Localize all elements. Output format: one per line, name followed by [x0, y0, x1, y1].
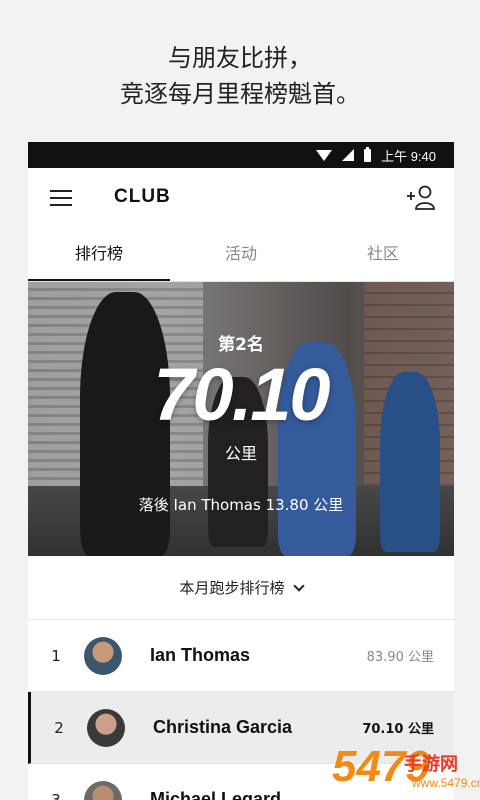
status-bar: 上午 9:40 — [28, 142, 454, 168]
add-friend-icon[interactable] — [406, 184, 436, 210]
distance-unit: 公里 — [224, 444, 257, 463]
promo-line-1: 与朋友比拼， — [168, 44, 312, 72]
avatar — [87, 708, 125, 747]
hero-banner: 第2名 70.10 公里 落後 Ian Thomas 13.80 公里 — [28, 282, 454, 556]
tab-leaderboard[interactable]: 排行榜 — [28, 228, 170, 281]
site-watermark: 5479 手游网 www.5479.cn — [328, 742, 480, 800]
app-bar: CLUB — [28, 168, 454, 228]
row-distance: 70.10 公里 — [362, 722, 434, 737]
avatar — [84, 780, 122, 800]
battery-icon — [364, 146, 372, 162]
tab-bar: 排行榜 活动 社区 — [28, 228, 454, 282]
tab-community[interactable]: 社区 — [312, 228, 454, 281]
page-title: CLUB — [114, 186, 171, 207]
tab-activity[interactable]: 活动 — [170, 228, 312, 281]
row-name: Ian Thomas — [150, 645, 251, 665]
row-rank: 3 — [51, 790, 61, 800]
table-row[interactable]: 1 Ian Thomas 83.90 公里 — [28, 620, 454, 692]
leaderboard-period-selector[interactable]: 本月跑步排行榜 — [28, 556, 454, 620]
row-name: Christina Garcia — [153, 717, 293, 737]
hamburger-menu-icon[interactable] — [50, 190, 72, 206]
distance-value: 70.10 — [153, 353, 330, 436]
promo-caption: 与朋友比拼， 竞逐每月里程榜魁首。 — [0, 40, 480, 112]
row-rank: 2 — [54, 718, 64, 737]
row-distance: 83.90 公里 — [366, 650, 434, 665]
wifi-icon — [316, 149, 333, 161]
signal-icon — [342, 149, 355, 161]
watermark-url: www.5479.cn — [412, 776, 480, 790]
avatar — [84, 636, 122, 675]
phone-screen: 上午 9:40 CLUB 排行榜 活动 社区 第2名 70.10 公里 落後 I… — [28, 142, 454, 800]
watermark-text: 手游网 — [404, 754, 458, 775]
status-time: 上午 9:40 — [381, 148, 436, 164]
behind-leader-text: 落後 Ian Thomas 13.80 公里 — [138, 496, 344, 514]
row-rank: 1 — [51, 646, 61, 665]
selector-label: 本月跑步排行榜 — [179, 579, 285, 597]
promo-line-2: 竞逐每月里程榜魁首。 — [120, 80, 360, 108]
chevron-down-icon — [292, 579, 305, 592]
